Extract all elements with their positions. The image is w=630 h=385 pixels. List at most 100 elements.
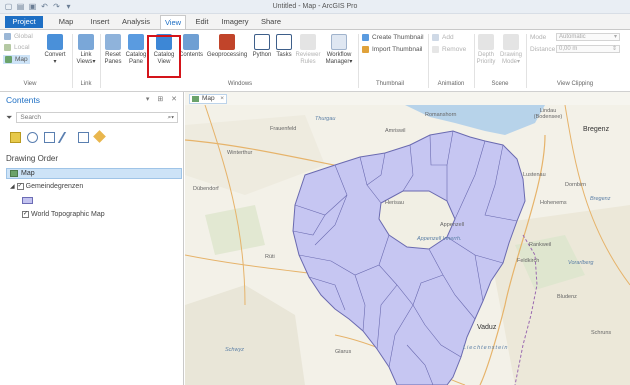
geoprocessing-button[interactable]: Geoprocessing xyxy=(204,34,250,59)
remove-animation-button[interactable]: Remove xyxy=(432,46,466,53)
python-button[interactable]: Python xyxy=(250,34,274,59)
place-label: Dübendorf xyxy=(193,186,219,192)
catalog-view-highlight xyxy=(147,35,181,78)
import-thumbnail-icon xyxy=(362,46,369,53)
clipping-distance-input[interactable]: 0,00 m ⇕ xyxy=(556,45,620,53)
place-label: Bludenz xyxy=(557,294,577,300)
link-views-icon xyxy=(78,34,94,50)
contents-title: Contents xyxy=(6,95,41,105)
place-label: Rankweil xyxy=(529,242,552,248)
remove-icon xyxy=(432,46,439,53)
drawing-mode-button[interactable]: Drawing Mode▾ xyxy=(498,34,524,66)
expand-icon[interactable]: ◢ xyxy=(10,183,15,190)
link-views-button[interactable]: Link Views▾ xyxy=(74,34,98,66)
catalog-pane-button[interactable]: Catalog Pane xyxy=(125,34,147,66)
geoprocessing-icon xyxy=(219,34,235,50)
tasks-button[interactable]: Tasks xyxy=(274,34,294,59)
contents-search-row: ⏷ Search ⌕▾ xyxy=(6,112,178,123)
filter-icon[interactable]: ⏷ xyxy=(6,113,12,123)
tab-share[interactable]: Share xyxy=(260,15,282,29)
list-by-drawing-order-icon[interactable] xyxy=(10,132,21,143)
catalog-pane-icon xyxy=(128,34,144,50)
map-view[interactable]: Map × Romanshorn Thurgau Amriswil Frauen… xyxy=(185,92,630,385)
add-animation-button[interactable]: Add xyxy=(432,34,454,41)
reset-panes-icon xyxy=(105,34,121,50)
place-label: Hohenems xyxy=(540,200,567,206)
spinner-icon: ⇕ xyxy=(611,46,617,52)
drawing-mode-icon xyxy=(503,34,519,50)
separator xyxy=(72,34,73,88)
place-label: Romanshorn xyxy=(425,112,457,118)
tasks-icon xyxy=(276,34,292,50)
depth-priority-button[interactable]: Depth Priority xyxy=(474,34,498,66)
search-icon: ⌕▾ xyxy=(167,114,174,121)
clipping-mode-label: Mode xyxy=(530,34,547,41)
list-by-snapping-icon[interactable] xyxy=(78,132,89,143)
layer-world-topographic-map[interactable]: ✓ World Topographic Map xyxy=(22,211,105,218)
convert-button[interactable]: Convert ▾ xyxy=(40,34,70,66)
reviewer-rules-icon xyxy=(300,34,316,50)
place-label: Bregenz xyxy=(590,196,611,202)
map-view-tab[interactable]: Map × xyxy=(189,94,227,104)
map-canvas[interactable] xyxy=(185,105,630,385)
map-icon xyxy=(10,170,18,177)
tab-analysis[interactable]: Analysis xyxy=(120,15,152,29)
contents-header: Contents ▾ ⊞ ✕ xyxy=(0,92,184,106)
ribbon-tabs: Project Map Insert Analysis View Edit Im… xyxy=(0,14,630,29)
create-thumbnail-icon xyxy=(362,34,369,41)
place-label: Feldkirch xyxy=(517,258,540,264)
contents-pane: Contents ▾ ⊞ ✕ ⏷ Search ⌕▾ Drawing Order… xyxy=(0,92,184,385)
contents-button[interactable]: Contents xyxy=(179,34,203,59)
chevron-down-icon: ▾ xyxy=(613,34,617,40)
contents-toolbar xyxy=(10,130,106,143)
polygon-symbol-swatch[interactable] xyxy=(22,197,33,204)
link-group-label: Link xyxy=(80,81,92,87)
convert-icon xyxy=(47,34,63,50)
window-title: Untitled - Map - ArcGIS Pro xyxy=(272,3,358,10)
map-icon xyxy=(5,56,12,63)
view-clipping-group-label: View Clipping xyxy=(556,81,594,87)
reset-panes-button[interactable]: Reset Panes xyxy=(102,34,124,66)
place-label: Glarus xyxy=(335,349,352,355)
global-button[interactable]: Global xyxy=(4,33,33,40)
layer-gemeindegrenzen[interactable]: ◢ ✓ Gemeindegrenzen xyxy=(10,183,83,190)
place-label: Vaduz xyxy=(477,324,497,331)
layer-checkbox[interactable]: ✓ xyxy=(22,211,29,218)
tab-map[interactable]: Map xyxy=(55,15,77,29)
separator xyxy=(526,34,527,88)
workflow-manager-button[interactable]: Workflow Manager▾ xyxy=(322,34,356,66)
contents-search-input[interactable]: Search ⌕▾ xyxy=(16,112,178,123)
workflow-manager-icon xyxy=(331,34,347,50)
animation-group-label: Animation xyxy=(437,81,465,87)
map-view-button[interactable]: Map xyxy=(3,55,30,64)
local-button[interactable]: Local xyxy=(4,44,30,51)
tab-project[interactable]: Project xyxy=(5,16,43,28)
layer-checkbox[interactable]: ✓ xyxy=(16,183,24,190)
separator xyxy=(358,34,359,88)
contents-map-item[interactable]: Map xyxy=(6,168,182,179)
tab-edit[interactable]: Edit xyxy=(193,15,211,29)
place-label: Winterthur xyxy=(227,150,253,156)
drawing-order-heading: Drawing Order xyxy=(6,154,59,163)
thumbnail-group-label: Thumbnail xyxy=(375,81,404,87)
list-by-labeling-icon[interactable] xyxy=(93,130,106,143)
pane-controls[interactable]: ▾ ⊞ ✕ xyxy=(146,95,180,103)
local-scene-icon xyxy=(4,44,11,51)
clipping-mode-select[interactable]: Automatic ▾ xyxy=(556,33,620,41)
place-label: Schwyz xyxy=(225,347,244,353)
place-label: Lustenau xyxy=(523,172,546,178)
create-thumbnail-button[interactable]: Create Thumbnail xyxy=(362,34,424,41)
tab-insert[interactable]: Insert xyxy=(88,15,112,29)
close-icon[interactable]: × xyxy=(220,95,224,103)
place-label: Appenzell xyxy=(440,222,465,228)
title-bar: ▢ ▤ ▣ ↶ ↷ ▾ Untitled - Map - ArcGIS Pro xyxy=(0,0,630,14)
import-thumbnail-button[interactable]: Import Thumbnail xyxy=(362,46,422,53)
list-by-editing-icon[interactable] xyxy=(57,132,76,143)
separator xyxy=(428,34,429,88)
reviewer-rules-button[interactable]: Reviewer Rules xyxy=(295,34,321,66)
list-by-selection-icon[interactable] xyxy=(44,132,55,143)
tab-imagery[interactable]: Imagery xyxy=(220,15,250,29)
tab-view[interactable]: View xyxy=(160,15,186,29)
add-animation-icon xyxy=(432,34,439,41)
list-by-data-source-icon[interactable] xyxy=(27,132,38,143)
